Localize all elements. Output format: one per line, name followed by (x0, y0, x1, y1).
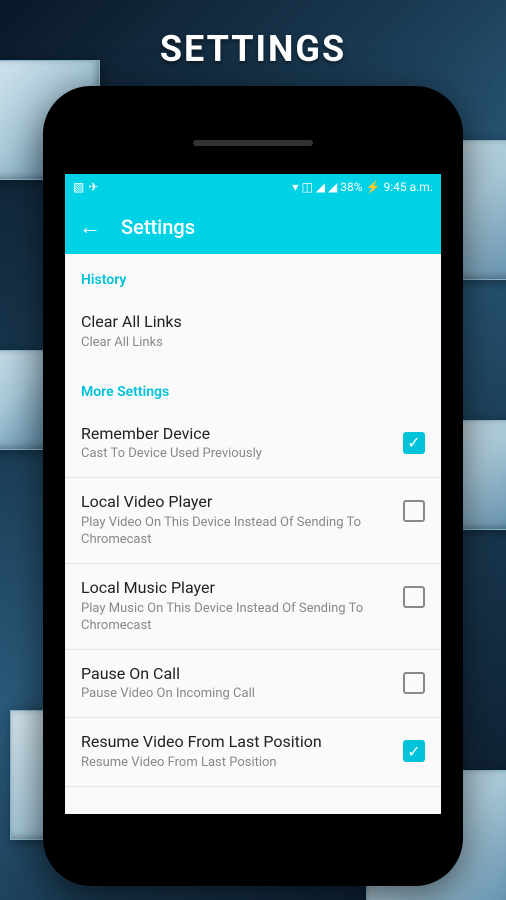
setting-title: Local Video Player (81, 492, 391, 513)
setting-subtitle: Play Music On This Device Instead Of Sen… (81, 601, 391, 635)
setting-subtitle: Pause Video On Incoming Call (81, 686, 391, 703)
back-button[interactable]: ← (79, 214, 101, 240)
settings-list[interactable]: History Clear All Links Clear All Links … (65, 254, 441, 814)
setting-subtitle: Play Video On This Device Instead Of Sen… (81, 515, 391, 549)
setting-local-music-player[interactable]: Local Music Player Play Music On This De… (65, 564, 441, 649)
appbar-title: Settings (121, 215, 195, 239)
charging-icon: ⚡ (366, 181, 381, 193)
setting-clear-all-links[interactable]: Clear All Links Clear All Links (65, 298, 441, 366)
setting-title: Resume Video From Last Position (81, 732, 391, 753)
setting-pause-on-call[interactable]: Pause On Call Pause Video On Incoming Ca… (65, 650, 441, 718)
checkbox-remember-device[interactable]: ✓ (403, 432, 425, 454)
signal2-icon: ◢ (328, 181, 337, 193)
setting-title: Clear All Links (81, 312, 413, 333)
setting-subtitle: Resume Video From Last Position (81, 755, 391, 772)
setting-subtitle: Clear All Links (81, 335, 413, 352)
checkbox-local-music-player[interactable] (403, 586, 425, 608)
battery-percent: 38% (340, 180, 362, 194)
location-icon: ✈ (88, 181, 98, 193)
checkbox-pause-on-call[interactable] (403, 672, 425, 694)
setting-title: Pause On Call (81, 664, 391, 685)
setting-title: Local Music Player (81, 578, 391, 599)
phone-frame: ▧ ✈ ▾ ◫ ◢ ◢ 38% ⚡ 9:45 a.m. ← Settings H… (43, 86, 463, 886)
status-bar: ▧ ✈ ▾ ◫ ◢ ◢ 38% ⚡ 9:45 a.m. (65, 174, 441, 200)
setting-resume-video[interactable]: Resume Video From Last Position Resume V… (65, 718, 441, 786)
status-time: 9:45 a.m. (384, 180, 434, 194)
setting-local-video-player[interactable]: Local Video Player Play Video On This De… (65, 478, 441, 563)
promo-title: SETTINGS (0, 28, 506, 70)
phone-screen: ▧ ✈ ▾ ◫ ◢ ◢ 38% ⚡ 9:45 a.m. ← Settings H… (65, 174, 441, 814)
section-header-more: More Settings (65, 366, 441, 410)
checkbox-local-video-player[interactable] (403, 500, 425, 522)
signal-icon: ◢ (316, 181, 325, 193)
section-header-history: History (65, 254, 441, 298)
checkbox-resume-video[interactable]: ✓ (403, 740, 425, 762)
setting-remember-device[interactable]: Remember Device Cast To Device Used Prev… (65, 410, 441, 478)
setting-subtitle: Cast To Device Used Previously (81, 446, 391, 463)
screenshot-icon: ▧ (73, 181, 84, 193)
app-bar: ← Settings (65, 200, 441, 254)
divider (65, 786, 441, 787)
wifi-icon: ▾ (292, 181, 298, 193)
sim-icon: ◫ (301, 181, 312, 193)
setting-title: Remember Device (81, 424, 391, 445)
